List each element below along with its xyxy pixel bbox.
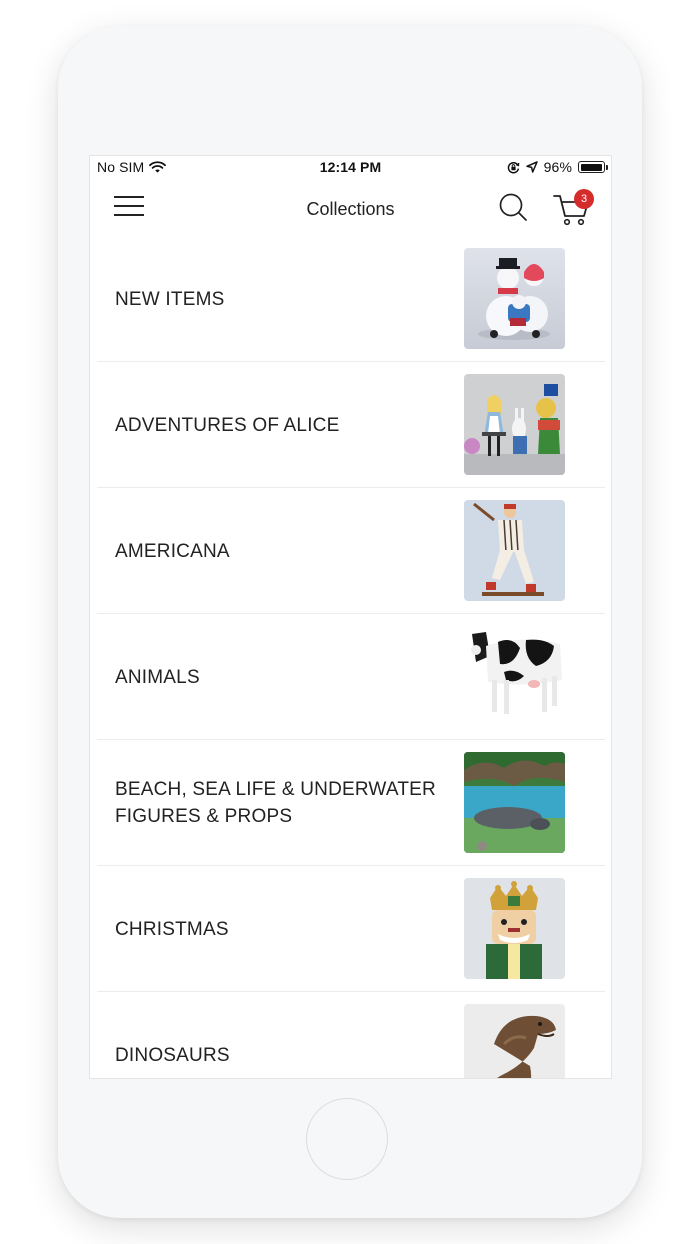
list-item-animals[interactable]: ANIMALS <box>90 614 611 740</box>
collection-label: DINOSAURS <box>115 1044 230 1066</box>
cow-statue-thumbnail <box>464 626 565 727</box>
snowmen-figures-thumbnail <box>464 248 565 349</box>
list-item-beach-sea-life[interactable]: BEACH, SEA LIFE & UNDERWATER FIGURES & P… <box>90 740 611 866</box>
app-screen: No SIM 12:14 PM 96% Collections 3 NEW IT… <box>89 155 612 1079</box>
alice-figures-thumbnail <box>464 374 565 475</box>
battery-icon <box>578 161 608 173</box>
collection-label: ADVENTURES OF ALICE <box>115 414 340 436</box>
search-icon[interactable] <box>498 192 528 222</box>
battery-percent: 96% <box>543 159 572 175</box>
t-rex-statue-thumbnail <box>464 1004 565 1078</box>
nav-bar: Collections 3 <box>90 180 611 236</box>
collection-label: CHRISTMAS <box>115 918 229 940</box>
collection-label: NEW ITEMS <box>115 288 225 310</box>
list-item-americana[interactable]: AMERICANA <box>90 488 611 614</box>
baseball-player-statue-thumbnail <box>464 500 565 601</box>
collection-label: AMERICANA <box>115 540 230 562</box>
status-bar: No SIM 12:14 PM 96% <box>90 156 611 178</box>
status-right: 96% <box>507 159 608 175</box>
nutcracker-thumbnail <box>464 878 565 979</box>
list-item-adventures-of-alice[interactable]: ADVENTURES OF ALICE <box>90 362 611 488</box>
manatee-pool-thumbnail <box>464 752 565 853</box>
list-item-christmas[interactable]: CHRISTMAS <box>90 866 611 992</box>
orientation-lock-icon <box>507 161 519 173</box>
cart-count-badge: 3 <box>574 189 594 209</box>
location-arrow-icon <box>525 161 538 173</box>
list-item-dinosaurs[interactable]: DINOSAURS <box>90 992 611 1078</box>
list-item-new-items[interactable]: NEW ITEMS <box>90 236 611 362</box>
collections-list: NEW ITEMS ADVENTURES OF ALICE AMERICANA … <box>90 236 611 1078</box>
home-button[interactable] <box>306 1098 388 1180</box>
page-title: Collections <box>306 199 395 219</box>
collection-label: ANIMALS <box>115 666 200 688</box>
collection-label: BEACH, SEA LIFE & UNDERWATER FIGURES & P… <box>115 779 436 827</box>
